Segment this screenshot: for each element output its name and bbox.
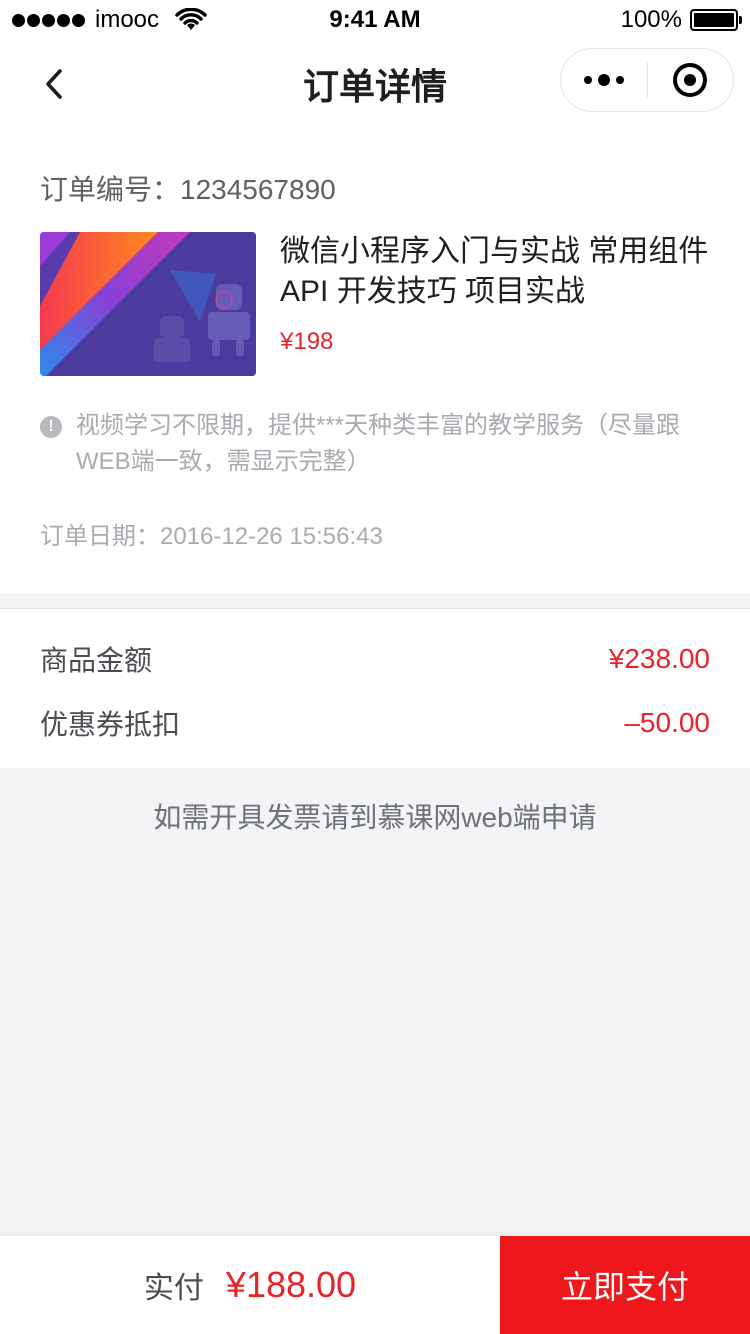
pay-now-button[interactable]: 立即支付	[500, 1236, 750, 1334]
invoice-note: 如需开具发票请到慕课网web端申请	[153, 802, 597, 833]
status-bar: imooc 9:41 AM 100%	[0, 0, 750, 40]
goods-amount-row: 商品金额 ¥238.00	[40, 635, 710, 683]
nav-bar: 订单详情	[0, 40, 750, 128]
amount-card: 商品金额 ¥238.00 优惠券抵扣 –50.00	[0, 608, 750, 768]
coupon-label: 优惠券抵扣	[40, 709, 181, 740]
notice-text: 视频学习不限期，提供***天种类丰富的教学服务（尽量跟WEB端一致，需显示完整）	[76, 412, 681, 475]
coupon-row: 优惠券抵扣 –50.00	[40, 699, 710, 747]
more-menu-button[interactable]	[561, 49, 647, 111]
service-notice: ! 视频学习不限期，提供***天种类丰富的教学服务（尽量跟WEB端一致，需显示完…	[40, 408, 720, 480]
target-icon	[673, 63, 708, 97]
goods-amount-label: 商品金额	[40, 645, 153, 676]
goods-amount-value: ¥238.00	[608, 643, 710, 674]
coupon-value: –50.00	[624, 707, 710, 738]
status-right: 100%	[620, 6, 742, 34]
course-title[interactable]: 微信小程序入门与实战 常用组件API 开发技巧 项目实战	[280, 232, 720, 312]
battery-icon	[690, 9, 742, 31]
more-dots-icon	[581, 74, 627, 86]
course-thumbnail-image	[40, 232, 256, 376]
pay-summary: 实付 ¥188.00	[0, 1236, 500, 1334]
battery-percent: 100%	[620, 6, 682, 33]
bottom-pay-bar: 实付 ¥188.00 立即支付	[0, 1236, 750, 1334]
pay-amount: ¥188.00	[225, 1264, 357, 1305]
pay-label: 实付	[143, 1272, 204, 1305]
miniprogram-capsule	[560, 48, 734, 112]
order-number: 订单编号：1234567890	[40, 174, 336, 205]
course-price: ¥198	[280, 328, 334, 355]
order-card: 订单编号：1234567890 微信小程序入门与实战 常用组件API 开发技巧 …	[0, 128, 750, 594]
course-thumbnail[interactable]	[40, 232, 256, 376]
order-date: 订单日期：2016-12-26 15:56:43	[40, 523, 383, 550]
info-icon: !	[40, 416, 62, 438]
close-miniprogram-button[interactable]	[648, 49, 734, 111]
